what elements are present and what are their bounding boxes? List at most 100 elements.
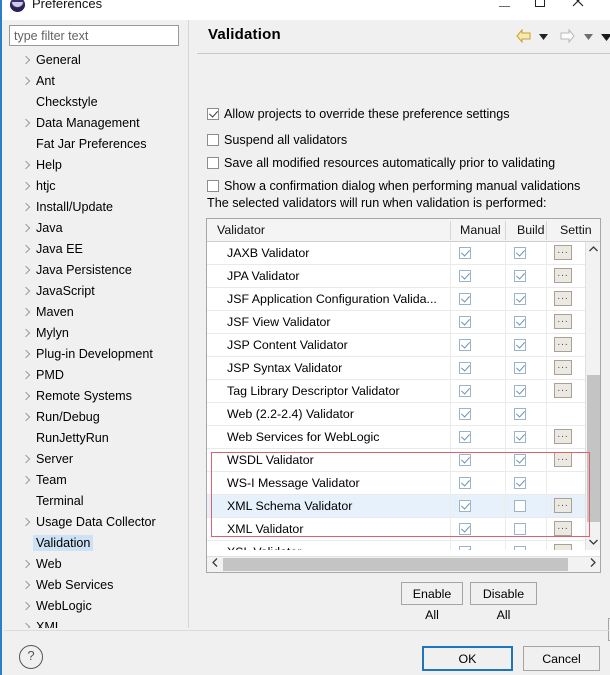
build-checkbox[interactable] (514, 270, 526, 282)
chevron-right-icon[interactable] (21, 449, 33, 470)
build-checkbox[interactable] (514, 408, 526, 420)
sidebar-item-fat-jar-preferences[interactable]: Fat Jar Preferences (6, 134, 186, 155)
sidebar-item-java[interactable]: Java (6, 218, 186, 239)
build-checkbox[interactable] (514, 500, 526, 512)
sidebar-item-mylyn[interactable]: Mylyn (6, 323, 186, 344)
settings-button[interactable]: ... (554, 360, 572, 375)
settings-button[interactable]: ... (554, 245, 572, 260)
column-header-settings[interactable]: Settin (560, 219, 593, 241)
sidebar-item-maven[interactable]: Maven (6, 302, 186, 323)
sidebar-item-plug-in-development[interactable]: Plug-in Development (6, 344, 186, 365)
settings-button[interactable]: ... (554, 498, 572, 513)
chevron-right-icon[interactable] (21, 239, 33, 260)
sidebar-item-pmd[interactable]: PMD (6, 365, 186, 386)
manual-checkbox[interactable] (459, 362, 471, 374)
option-row[interactable]: Allow projects to override these prefere… (207, 104, 510, 124)
chevron-right-icon[interactable] (21, 155, 33, 176)
manual-checkbox[interactable] (459, 247, 471, 259)
settings-button[interactable]: ... (554, 337, 572, 352)
build-checkbox[interactable] (514, 362, 526, 374)
checkbox[interactable] (207, 157, 219, 169)
build-checkbox[interactable] (514, 316, 526, 328)
manual-checkbox[interactable] (459, 339, 471, 351)
enable-all-button[interactable]: Enable All (401, 582, 463, 605)
scroll-up-icon[interactable] (586, 242, 600, 257)
settings-button[interactable]: ... (554, 429, 572, 444)
sidebar-item-java-ee[interactable]: Java EE (6, 239, 186, 260)
chevron-right-icon[interactable] (21, 323, 33, 344)
table-row[interactable]: Web (2.2-2.4) Validator (207, 403, 586, 426)
table-row[interactable]: Tag Library Descriptor Validator... (207, 380, 586, 403)
chevron-right-icon[interactable] (21, 71, 33, 92)
build-checkbox[interactable] (514, 339, 526, 351)
table-row[interactable]: WS-I Message Validator (207, 472, 586, 495)
sidebar-item-team[interactable]: Team (6, 470, 186, 491)
sidebar-item-runjettyrun[interactable]: RunJettyRun (6, 428, 186, 449)
vertical-scroll-thumb[interactable] (587, 375, 600, 522)
table-body[interactable]: JAXB Validator...JPA Validator...JSF App… (207, 242, 586, 550)
horizontal-scroll-thumb[interactable] (223, 558, 568, 571)
manual-checkbox[interactable] (459, 431, 471, 443)
checkbox[interactable] (207, 134, 219, 146)
manual-checkbox[interactable] (459, 546, 471, 550)
chevron-right-icon[interactable] (21, 617, 33, 628)
manual-checkbox[interactable] (459, 454, 471, 466)
disable-all-button[interactable]: Disable All (470, 582, 537, 605)
sidebar-item-ant[interactable]: Ant (6, 71, 186, 92)
build-checkbox[interactable] (514, 454, 526, 466)
chevron-right-icon[interactable] (21, 407, 33, 428)
build-checkbox[interactable] (514, 431, 526, 443)
chevron-right-icon[interactable] (21, 596, 33, 617)
table-row[interactable]: JSP Syntax Validator... (207, 357, 586, 380)
sidebar-item-checkstyle[interactable]: Checkstyle (6, 92, 186, 113)
table-row[interactable]: JSP Content Validator... (207, 334, 586, 357)
manual-checkbox[interactable] (459, 385, 471, 397)
column-header-build[interactable]: Build (517, 219, 545, 241)
forward-arrow-icon[interactable] (559, 28, 576, 46)
settings-button[interactable]: ... (554, 314, 572, 329)
build-checkbox[interactable] (514, 385, 526, 397)
sidebar-item-xml[interactable]: XML (6, 617, 186, 628)
sidebar-item-general[interactable]: General (6, 50, 186, 71)
scroll-right-icon[interactable] (585, 557, 600, 572)
sidebar-item-install-update[interactable]: Install/Update (6, 197, 186, 218)
option-row[interactable]: Suspend all validators (207, 130, 347, 150)
sidebar-item-data-management[interactable]: Data Management (6, 113, 186, 134)
build-checkbox[interactable] (514, 523, 526, 535)
option-row[interactable]: Show a confirmation dialog when performi… (207, 176, 580, 196)
sidebar-item-javascript[interactable]: JavaScript (6, 281, 186, 302)
chevron-right-icon[interactable] (21, 176, 33, 197)
table-vertical-scrollbar[interactable] (585, 242, 600, 550)
table-row[interactable]: JAXB Validator... (207, 242, 586, 265)
more-chevron-down-icon[interactable] (601, 28, 610, 46)
checkbox[interactable] (207, 180, 219, 192)
minimize-icon[interactable] (490, 0, 518, 14)
sidebar-item-server[interactable]: Server (6, 449, 186, 470)
chevron-right-icon[interactable] (21, 575, 33, 596)
sidebar-item-run-debug[interactable]: Run/Debug (6, 407, 186, 428)
column-header-validator[interactable]: Validator (217, 219, 265, 241)
chevron-right-icon[interactable] (21, 554, 33, 575)
sidebar-item-help[interactable]: Help (6, 155, 186, 176)
back-history-chevron-down-icon[interactable] (539, 28, 548, 46)
option-row[interactable]: Save all modified resources automaticall… (207, 153, 555, 173)
manual-checkbox[interactable] (459, 523, 471, 535)
chevron-right-icon[interactable] (21, 386, 33, 407)
chevron-right-icon[interactable] (21, 281, 33, 302)
manual-checkbox[interactable] (459, 293, 471, 305)
column-header-manual[interactable]: Manual (460, 219, 501, 241)
chevron-right-icon[interactable] (21, 260, 33, 281)
sidebar-item-htjc[interactable]: htjc (6, 176, 186, 197)
chevron-right-icon[interactable] (21, 512, 33, 533)
back-arrow-icon[interactable] (515, 28, 532, 46)
table-row[interactable]: XML Validator... (207, 518, 586, 541)
chevron-right-icon[interactable] (21, 218, 33, 239)
maximize-icon[interactable] (526, 0, 554, 14)
search-input[interactable] (9, 25, 179, 46)
settings-button[interactable]: ... (554, 383, 572, 398)
sidebar-item-java-persistence[interactable]: Java Persistence (6, 260, 186, 281)
build-checkbox[interactable] (514, 546, 526, 550)
table-row[interactable]: JSF View Validator... (207, 311, 586, 334)
chevron-right-icon[interactable] (21, 302, 33, 323)
table-row[interactable]: WSDL Validator... (207, 449, 586, 472)
